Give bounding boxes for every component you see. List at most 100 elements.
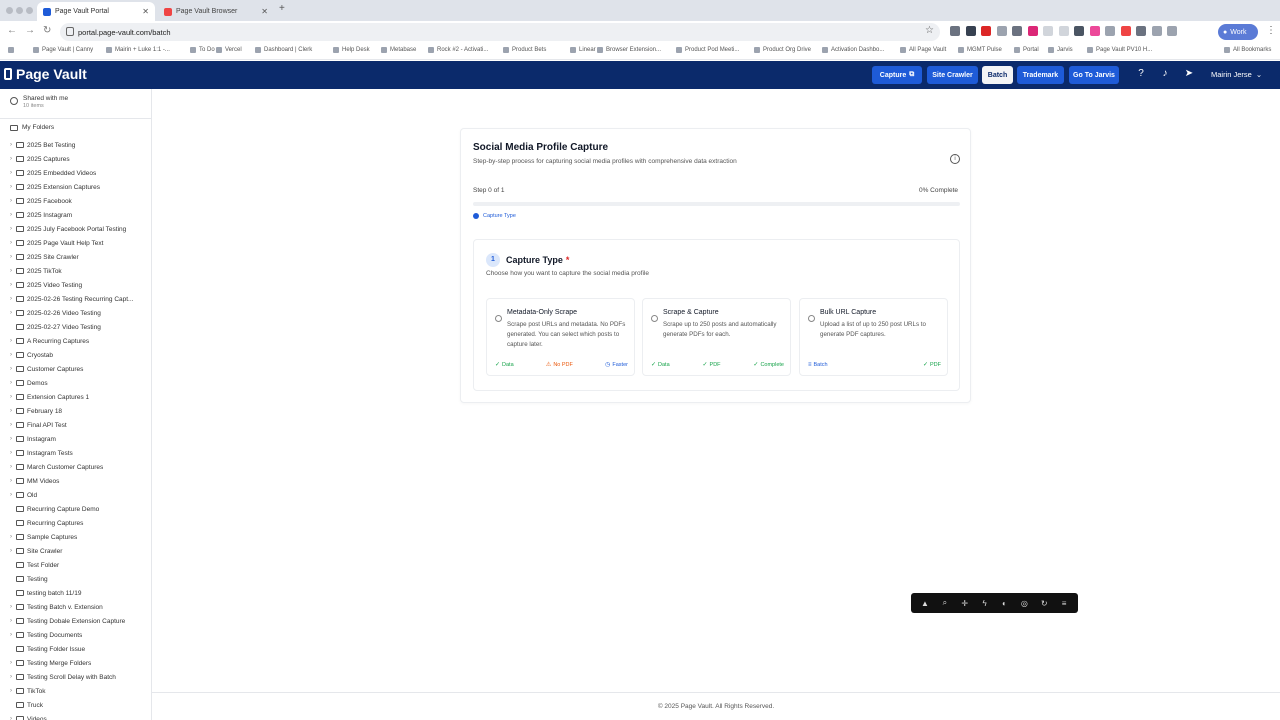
chevron-right-icon[interactable]: › <box>6 142 16 148</box>
folder-item[interactable]: › Videos <box>0 712 151 720</box>
bookmark-item[interactable]: Portal <box>1014 47 1039 53</box>
bookmark-item[interactable]: Page Vault | Canny <box>33 47 93 53</box>
broadcast-icon[interactable]: ◎ <box>1018 599 1030 608</box>
chevron-right-icon[interactable]: › <box>6 310 16 316</box>
chevron-right-icon[interactable]: › <box>6 296 16 302</box>
chevron-right-icon[interactable]: › <box>6 604 16 610</box>
chevron-right-icon[interactable]: › <box>6 156 16 162</box>
bookmark-item[interactable]: All Bookmarks <box>1224 47 1271 53</box>
folder-item[interactable]: › 2025-02-26 Testing Recurring Capt... <box>0 292 151 306</box>
bookmark-item[interactable]: Linear <box>570 47 596 53</box>
page-vault-logo[interactable]: Page Vault <box>4 66 87 82</box>
extension-icon[interactable] <box>996 26 1007 36</box>
chevron-right-icon[interactable]: › <box>6 660 16 666</box>
folder-item[interactable]: › Demos <box>0 376 151 390</box>
bookmark-item[interactable]: Vercel <box>216 47 242 53</box>
tab-page-vault-browser[interactable]: Page Vault Browser ✕ <box>158 2 274 21</box>
folder-item[interactable]: › 2025 Video Testing <box>0 278 151 292</box>
chevron-right-icon[interactable]: › <box>6 226 16 232</box>
window-close-dot[interactable] <box>6 7 13 14</box>
extension-icon[interactable] <box>965 26 976 36</box>
folder-item[interactable]: › Final API Test <box>0 418 151 432</box>
toggle-icon[interactable]: ◐ <box>998 599 1010 608</box>
folder-item[interactable]: › Instagram <box>0 432 151 446</box>
folder-item[interactable]: › Cryostab <box>0 348 151 362</box>
forward-arrow-icon[interactable]: → <box>25 25 35 36</box>
radio-button[interactable] <box>651 315 658 322</box>
chevron-right-icon[interactable]: › <box>6 618 16 624</box>
bookmark-item[interactable]: Rock #2 - Activati... <box>428 47 488 53</box>
bookmark-item[interactable]: Jarvis <box>1048 47 1073 53</box>
send-icon[interactable]: ➤ <box>1183 68 1195 80</box>
downloads-icon[interactable] <box>1167 26 1177 36</box>
chevron-right-icon[interactable]: › <box>6 282 16 288</box>
chevron-right-icon[interactable]: › <box>6 716 16 720</box>
reload-icon[interactable]: ↻ <box>43 25 51 36</box>
user-menu[interactable]: Mairin Jerse ⌄ <box>1211 70 1262 79</box>
folder-item[interactable]: › TikTok <box>0 684 151 698</box>
extension-icon[interactable] <box>1105 26 1115 36</box>
bookmark-item[interactable]: Product Pod Meeti... <box>676 47 739 53</box>
folder-item[interactable]: › 2025 Extension Captures <box>0 180 151 194</box>
back-arrow-icon[interactable]: ← <box>7 25 17 36</box>
site-crawler-button[interactable]: Site Crawler <box>927 66 978 84</box>
tab-close-icon[interactable]: ✕ <box>261 7 268 16</box>
ship-icon[interactable]: ▲ <box>919 599 931 608</box>
bookmark-item[interactable]: All Page Vault <box>900 47 946 53</box>
folder-item[interactable]: › Testing Dobale Extension Capture <box>0 614 151 628</box>
trademark-button[interactable]: Trademark <box>1017 66 1064 84</box>
chevron-right-icon[interactable]: › <box>6 436 16 442</box>
folder-item[interactable]: Testing <box>0 572 151 586</box>
chevron-right-icon[interactable]: › <box>6 450 16 456</box>
folder-item[interactable]: › 2025 Embedded Videos <box>0 166 151 180</box>
extension-icon[interactable] <box>1012 26 1022 36</box>
chevron-right-icon[interactable]: › <box>6 352 16 358</box>
batch-button[interactable]: Batch <box>982 66 1013 84</box>
search-icon[interactable]: ⌕ <box>939 598 951 608</box>
folder-item[interactable]: › 2025 Site Crawler <box>0 250 151 264</box>
folder-item[interactable]: › Testing Merge Folders <box>0 656 151 670</box>
chevron-right-icon[interactable]: › <box>6 478 16 484</box>
url-input[interactable]: portal.page-vault.com/batch <box>60 23 940 41</box>
profile-chip[interactable]: ● Work <box>1218 24 1258 40</box>
bookmark-item[interactable]: To Do <box>190 47 215 53</box>
bell-icon[interactable]: ♪ <box>1159 68 1171 80</box>
capture-button[interactable]: Capture ⧉ <box>872 66 922 84</box>
new-tab-icon[interactable]: + <box>279 3 285 14</box>
chevron-right-icon[interactable]: › <box>6 170 16 176</box>
chevron-right-icon[interactable]: › <box>6 212 16 218</box>
folder-item[interactable]: › 2025 Facebook <box>0 194 151 208</box>
bookmark-item[interactable]: Mairin + Luke 1:1 -... <box>106 47 170 53</box>
chevron-right-icon[interactable]: › <box>6 240 16 246</box>
chevron-right-icon[interactable]: › <box>6 422 16 428</box>
metadata-only-scrape-option[interactable]: Metadata-Only Scrape Scrape post URLs and… <box>486 298 635 376</box>
extension-icon[interactable] <box>1136 26 1146 36</box>
bookmark-item[interactable]: Dashboard | Clerk <box>255 47 312 53</box>
folder-item[interactable]: › 2025 July Facebook Portal Testing <box>0 222 151 236</box>
folder-item[interactable]: › 2025-02-26 Video Testing <box>0 306 151 320</box>
tab-page-vault-portal[interactable]: Page Vault Portal ✕ <box>37 2 155 21</box>
folder-item[interactable]: › 2025 Instagram <box>0 208 151 222</box>
chevron-right-icon[interactable]: › <box>6 338 16 344</box>
bookmark-item[interactable]: Page Vault PV10 H... <box>1087 47 1152 53</box>
cursor-icon[interactable]: ✛ <box>959 599 971 608</box>
bookmark-item[interactable]: Browser Extension... <box>597 47 661 53</box>
folder-item[interactable]: testing batch 11/19 <box>0 586 151 600</box>
folder-item[interactable]: Test Folder <box>0 558 151 572</box>
bookmark-item[interactable]: Activation Dashbo... <box>822 47 884 53</box>
folder-item[interactable]: Testing Folder Issue <box>0 642 151 656</box>
folder-item[interactable]: Truck <box>0 698 151 712</box>
folder-item[interactable]: › Testing Documents <box>0 628 151 642</box>
folder-item[interactable]: › A Recurring Captures <box>0 334 151 348</box>
folder-item[interactable]: Recurring Captures <box>0 516 151 530</box>
folder-item[interactable]: 2025-02-27 Video Testing <box>0 320 151 334</box>
menu-icon[interactable]: ≡ <box>1058 599 1070 608</box>
folder-item[interactable]: Recurring Capture Demo <box>0 502 151 516</box>
refresh-icon[interactable]: ↻ <box>1038 599 1050 608</box>
chevron-right-icon[interactable]: › <box>6 198 16 204</box>
extension-icon[interactable] <box>981 26 991 36</box>
chevron-right-icon[interactable]: › <box>6 366 16 372</box>
extension-icon[interactable] <box>1058 26 1069 36</box>
radio-button[interactable] <box>495 315 502 322</box>
chevron-right-icon[interactable]: › <box>6 534 16 540</box>
